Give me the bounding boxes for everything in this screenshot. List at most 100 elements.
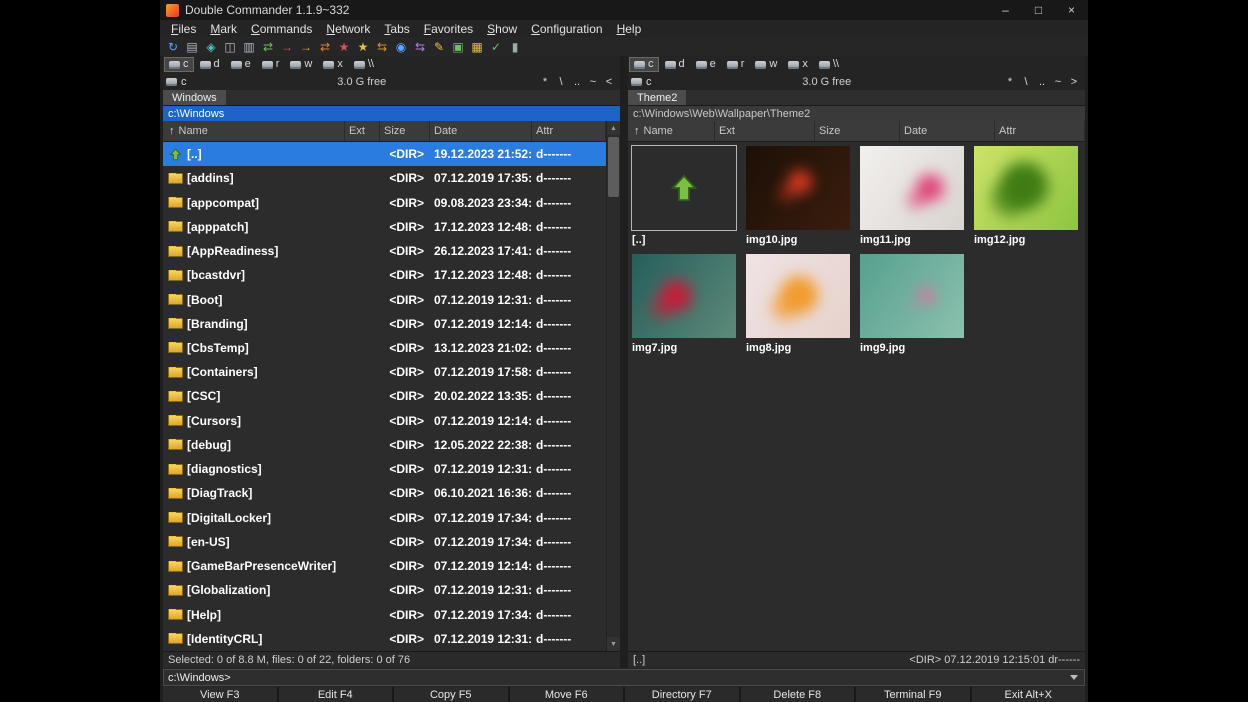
function-key-button[interactable]: Edit F4 — [279, 687, 393, 702]
extract-icon[interactable]: ★ — [354, 38, 372, 55]
menu-item[interactable]: Files — [164, 22, 203, 36]
refresh-icon[interactable]: ↻ — [164, 38, 182, 55]
left-path-bar[interactable]: c:\Windows — [163, 106, 620, 121]
panel-nav-button[interactable]: > — [1066, 74, 1082, 89]
panel-nav-button[interactable]: * — [1002, 74, 1018, 89]
menu-item[interactable]: Tabs — [377, 22, 416, 36]
file-row[interactable]: [CbsTemp] <DIR> 13.12.2023 21:02:03 d---… — [163, 336, 606, 360]
multi-rename-icon[interactable]: ▦ — [468, 38, 486, 55]
drive-button[interactable]: w — [285, 57, 317, 72]
column-size[interactable]: Size — [815, 121, 900, 141]
function-key-button[interactable]: Terminal F9 — [856, 687, 970, 702]
file-row[interactable]: [DiagTrack] <DIR> 06.10.2021 16:36:17 d-… — [163, 481, 606, 505]
file-row[interactable]: [apppatch] <DIR> 17.12.2023 12:48:17 d--… — [163, 215, 606, 239]
file-row[interactable]: [AppReadiness] <DIR> 26.12.2023 17:41:40… — [163, 239, 606, 263]
column-size[interactable]: Size — [380, 121, 430, 141]
file-row[interactable]: [DigitalLocker] <DIR> 07.12.2019 17:34:3… — [163, 506, 606, 530]
drive-button[interactable]: d — [195, 57, 225, 72]
panel-nav-button[interactable]: < — [601, 74, 617, 89]
menu-item[interactable]: Show — [480, 22, 524, 36]
panel-splitter[interactable] — [620, 56, 628, 668]
command-line-input[interactable] — [231, 669, 1070, 686]
panel-nav-button[interactable]: ~ — [585, 74, 601, 89]
file-row[interactable]: [en-US] <DIR> 07.12.2019 17:34:32 d-----… — [163, 530, 606, 554]
search-icon[interactable]: ◉ — [392, 38, 410, 55]
column-name[interactable]: ↑ Name — [163, 121, 345, 141]
right-path-bar[interactable]: c:\Windows\Web\Wallpaper\Theme2 — [628, 106, 1085, 121]
horizontal-panels-icon[interactable]: ▥ — [240, 38, 258, 55]
command-line-combo[interactable]: c:\Windows> — [163, 669, 1085, 686]
column-attr[interactable]: Attr — [995, 121, 1085, 141]
thumbnail-item[interactable]: img11.jpg — [856, 144, 970, 252]
file-row[interactable]: [appcompat] <DIR> 09.08.2023 23:34:49 d-… — [163, 190, 606, 214]
file-row[interactable]: [bcastdvr] <DIR> 17.12.2023 12:48:17 d--… — [163, 263, 606, 287]
thumbnail-item[interactable]: [..] — [628, 144, 742, 252]
menu-item[interactable]: Network — [319, 22, 377, 36]
drive-button[interactable]: w — [750, 57, 782, 72]
column-date[interactable]: Date — [900, 121, 995, 141]
thumbnail-item[interactable]: img7.jpg — [628, 252, 742, 360]
terminal-icon[interactable]: ▮ — [506, 38, 524, 55]
drive-button[interactable]: \\ — [814, 57, 844, 72]
column-ext[interactable]: Ext — [715, 121, 815, 141]
drive-button[interactable]: e — [226, 57, 256, 72]
menu-item[interactable]: Help — [610, 22, 649, 36]
file-row[interactable]: [Cursors] <DIR> 07.12.2019 12:14:54 d---… — [163, 409, 606, 433]
panel-nav-button[interactable]: .. — [569, 74, 585, 89]
column-ext[interactable]: Ext — [345, 121, 380, 141]
drive-button[interactable]: r — [257, 57, 285, 72]
edit-icon[interactable]: ✎ — [430, 38, 448, 55]
menu-item[interactable]: Favorites — [417, 22, 480, 36]
options-icon[interactable]: ◈ — [202, 38, 220, 55]
file-row[interactable]: [addins] <DIR> 07.12.2019 17:35:43 d----… — [163, 166, 606, 190]
function-key-button[interactable]: Delete F8 — [741, 687, 855, 702]
scrollbar-thumb[interactable] — [608, 137, 619, 197]
column-attr[interactable]: Attr — [532, 121, 606, 141]
scroll-up-icon[interactable]: ▲ — [607, 121, 620, 135]
thumbnail-item[interactable]: img9.jpg — [856, 252, 970, 360]
compare-contents-icon[interactable]: ⇆ — [411, 38, 429, 55]
panel-nav-button[interactable]: ~ — [1050, 74, 1066, 89]
file-row[interactable]: [IdentityCRL] <DIR> 07.12.2019 12:31:03 … — [163, 627, 606, 651]
drive-button[interactable]: r — [722, 57, 750, 72]
swap-panels-icon[interactable]: ⇄ — [259, 38, 277, 55]
function-key-button[interactable]: Exit Alt+X — [972, 687, 1086, 702]
flat-view-icon[interactable]: ▤ — [183, 38, 201, 55]
close-button[interactable]: × — [1055, 0, 1088, 20]
view-icon[interactable]: ▣ — [449, 38, 467, 55]
menu-item[interactable]: Commands — [244, 22, 319, 36]
drive-button[interactable]: x — [783, 57, 813, 72]
function-key-button[interactable]: Copy F5 — [394, 687, 508, 702]
file-row[interactable]: [Boot] <DIR> 07.12.2019 12:31:03 d------… — [163, 287, 606, 311]
file-row[interactable]: [Branding] <DIR> 07.12.2019 12:14:52 d--… — [163, 312, 606, 336]
thumbnail-item[interactable]: img8.jpg — [742, 252, 856, 360]
file-row[interactable]: [CSC] <DIR> 20.02.2022 13:35:56 d------- — [163, 384, 606, 408]
menu-item[interactable]: Configuration — [524, 22, 609, 36]
vertical-panels-icon[interactable]: ◫ — [221, 38, 239, 55]
file-row[interactable]: [GameBarPresenceWriter] <DIR> 07.12.2019… — [163, 554, 606, 578]
file-row[interactable]: [diagnostics] <DIR> 07.12.2019 12:31:03 … — [163, 457, 606, 481]
vertical-scrollbar[interactable]: ▲ ▼ — [606, 121, 620, 651]
tab-windows[interactable]: Windows — [163, 90, 226, 105]
panel-nav-button[interactable]: * — [537, 74, 553, 89]
file-row[interactable]: [debug] <DIR> 12.05.2022 22:38:23 d-----… — [163, 433, 606, 457]
file-row[interactable]: [..] <DIR> 19.12.2023 21:52:53 d------- — [163, 142, 606, 166]
dropdown-arrow-icon[interactable] — [1070, 675, 1078, 680]
minimize-button[interactable]: – — [989, 0, 1022, 20]
checksum-icon[interactable]: ✓ — [487, 38, 505, 55]
thumbnail-item[interactable]: img12.jpg — [970, 144, 1084, 252]
thumbnail-item[interactable]: img10.jpg — [742, 144, 856, 252]
target-equals-source-icon[interactable]: ⇄ — [316, 38, 334, 55]
panel-nav-button[interactable]: \ — [1018, 74, 1034, 89]
column-name[interactable]: ↑ Name — [628, 121, 715, 141]
drive-button[interactable]: c — [629, 57, 659, 72]
tab-theme2[interactable]: Theme2 — [628, 90, 686, 105]
file-row[interactable]: [Help] <DIR> 07.12.2019 17:34:32 d------… — [163, 602, 606, 626]
function-key-button[interactable]: Directory F7 — [625, 687, 739, 702]
sync-dirs-icon[interactable]: ⇆ — [373, 38, 391, 55]
drive-button[interactable]: d — [660, 57, 690, 72]
maximize-button[interactable]: □ — [1022, 0, 1055, 20]
drive-button[interactable]: e — [691, 57, 721, 72]
move-files-icon[interactable]: → — [297, 38, 315, 55]
file-row[interactable]: [Containers] <DIR> 07.12.2019 17:58:40 d… — [163, 360, 606, 384]
